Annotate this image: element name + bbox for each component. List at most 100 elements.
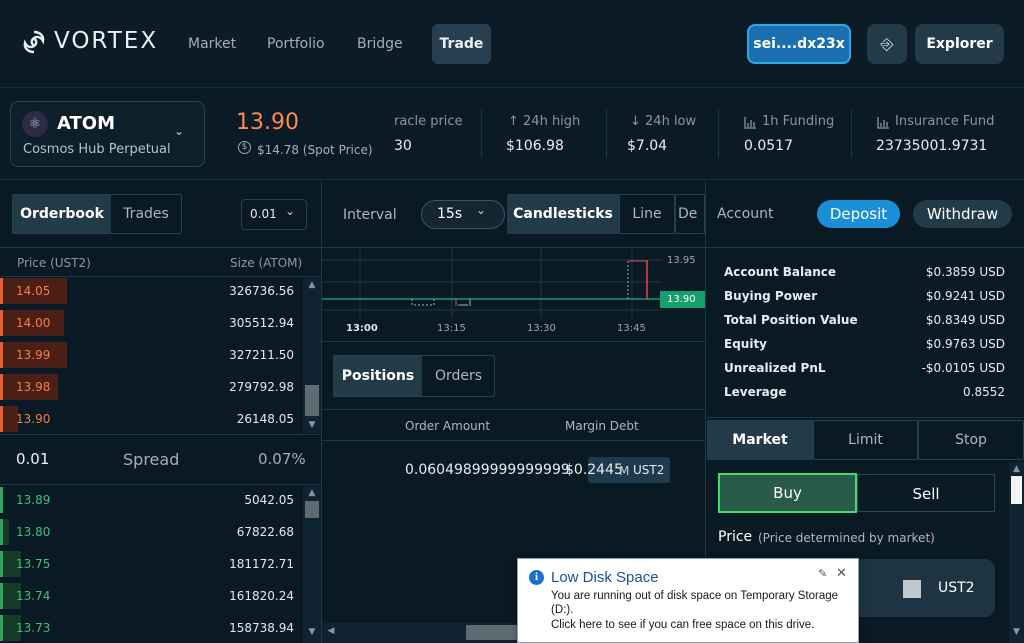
divider — [706, 247, 1024, 248]
oracle-price-label: racle price — [394, 114, 463, 129]
close-icon[interactable]: ✕ — [836, 565, 847, 581]
ask-row[interactable]: 14.00 305512.94 — [0, 310, 303, 336]
order-price: 14.00 — [16, 316, 51, 330]
token-icon — [903, 580, 921, 598]
depth-edge — [0, 615, 3, 641]
bid-row[interactable]: 13.75 181172.71 — [0, 551, 303, 577]
insurance-fund-label: Insurance Fund — [895, 114, 995, 129]
explorer-button[interactable]: Explorer — [915, 24, 1004, 64]
tab-limit-order[interactable]: Limit — [813, 420, 918, 460]
scroll-left-icon[interactable]: ◀ — [325, 626, 337, 636]
order-price: 14.05 — [16, 284, 51, 298]
interval-select[interactable] — [421, 200, 505, 229]
bid-row[interactable]: 13.74 161820.24 — [0, 583, 303, 609]
logo-text[interactable]: VORTEX — [54, 28, 158, 54]
bid-row[interactable]: 13.80 67822.68 — [0, 519, 303, 545]
nav-portfolio[interactable]: Portfolio — [267, 36, 325, 52]
nav-trade[interactable]: Trade — [432, 24, 491, 64]
divider — [322, 341, 705, 342]
interval-label: Interval — [343, 207, 397, 223]
bid-row[interactable]: 13.73 158738.94 — [0, 615, 303, 641]
notification-link[interactable]: Click here to see if you can free space … — [551, 619, 814, 631]
ask-row[interactable]: 13.90 26148.05 — [0, 406, 303, 432]
scroll-thumb[interactable] — [1011, 476, 1022, 504]
price-note: (Price determined by market) — [758, 531, 935, 545]
divider — [481, 110, 482, 158]
nav-market[interactable]: Market — [188, 36, 236, 52]
market-symbol: ATOM — [57, 113, 116, 134]
divider — [706, 417, 1024, 418]
tab-stop-order[interactable]: Stop — [918, 420, 1024, 460]
depth-edge — [0, 487, 3, 513]
oracle-price-value: 30 — [394, 138, 412, 154]
tab-line[interactable]: Line — [619, 194, 675, 234]
ask-row[interactable]: 13.99 327211.50 — [0, 342, 303, 368]
scroll-down-icon[interactable]: ▼ — [1009, 627, 1024, 637]
x-tick: 13:45 — [617, 323, 646, 334]
divider — [851, 110, 852, 158]
logout-button[interactable]: ⎆ — [867, 24, 907, 64]
pin-icon[interactable]: ✎ — [818, 567, 827, 580]
scroll-down-icon[interactable]: ▼ — [303, 627, 321, 637]
sell-button[interactable]: Sell — [857, 474, 995, 512]
account-row-value: $0.3859 USD — [925, 265, 1005, 279]
scroll-up-icon[interactable]: ▲ — [303, 488, 321, 498]
atom-token-icon: ⚛ — [22, 111, 48, 137]
order-size: 327211.50 — [229, 348, 294, 362]
col-margin-debt: Margin Debt — [565, 419, 639, 433]
margin-debt-unit: UST2 — [633, 463, 665, 477]
interval-value: 15s — [437, 206, 463, 222]
buy-button[interactable]: Buy — [718, 473, 857, 513]
order-size: 161820.24 — [229, 589, 294, 603]
withdraw-button[interactable]: Withdraw — [913, 200, 1012, 228]
y-tick: 13.95 — [667, 255, 696, 266]
col-price: Price (UST2) — [17, 256, 91, 270]
account-row-value: 0.8552 — [963, 385, 1005, 399]
order-price: 13.99 — [16, 348, 51, 362]
low-24h-value: $7.04 — [627, 138, 668, 154]
tab-depth[interactable]: De — [678, 194, 705, 234]
ask-row[interactable]: 13.98 279792.98 — [0, 374, 303, 400]
account-title: Account — [717, 206, 774, 222]
low-24h-label: ↓ 24h low — [630, 114, 697, 129]
ask-row[interactable]: 14.05 326736.56 — [0, 278, 303, 304]
price-unit: UST2 — [938, 580, 975, 596]
price-chart[interactable] — [322, 248, 705, 341]
scroll-up-icon[interactable]: ▲ — [1009, 464, 1024, 474]
divider — [0, 434, 321, 435]
info-icon: i — [529, 570, 544, 585]
order-price: 13.98 — [16, 380, 51, 394]
account-row-label: Buying Power — [724, 289, 818, 303]
spread-value: 0.01 — [16, 450, 50, 468]
tab-orders[interactable]: Orders — [423, 356, 494, 396]
order-amount-value: 0.06049899999999999 — [405, 462, 570, 478]
funding-value: 0.0517 — [744, 138, 793, 154]
divider — [718, 110, 719, 158]
high-24h-value: $106.98 — [506, 138, 564, 154]
bid-row[interactable]: 13.89 5042.05 — [0, 487, 303, 513]
tab-orderbook[interactable]: Orderbook — [13, 195, 111, 233]
scroll-thumb[interactable] — [305, 385, 319, 416]
col-size: Size (ATOM) — [230, 256, 303, 270]
order-size: 181172.71 — [229, 557, 294, 571]
spread-label: Spread — [123, 450, 180, 469]
divider — [606, 110, 607, 158]
tick-size-value: 0.01 — [250, 207, 277, 221]
tab-market-order[interactable]: Market — [707, 420, 813, 460]
deposit-button[interactable]: Deposit — [817, 200, 900, 228]
price-label: Price — [718, 529, 753, 545]
overlay-text: M — [619, 464, 630, 478]
tab-candlesticks[interactable]: Candlesticks — [507, 194, 619, 234]
scroll-down-icon[interactable]: ▼ — [303, 420, 321, 430]
chevron-down-icon[interactable]: ⌄ — [174, 124, 184, 138]
low-disk-space-notification[interactable]: i Low Disk Space ✎ ✕ You are running out… — [517, 558, 859, 643]
depth-edge — [0, 342, 3, 368]
nav-bridge[interactable]: Bridge — [357, 36, 403, 52]
tab-trades[interactable]: Trades — [111, 195, 181, 233]
wallet-button[interactable]: sei....dx23x — [747, 24, 851, 64]
tab-positions[interactable]: Positions — [334, 356, 422, 396]
depth-edge — [0, 583, 3, 609]
divider — [0, 484, 321, 485]
scroll-up-icon[interactable]: ▲ — [303, 280, 321, 290]
scroll-thumb[interactable] — [305, 501, 319, 518]
